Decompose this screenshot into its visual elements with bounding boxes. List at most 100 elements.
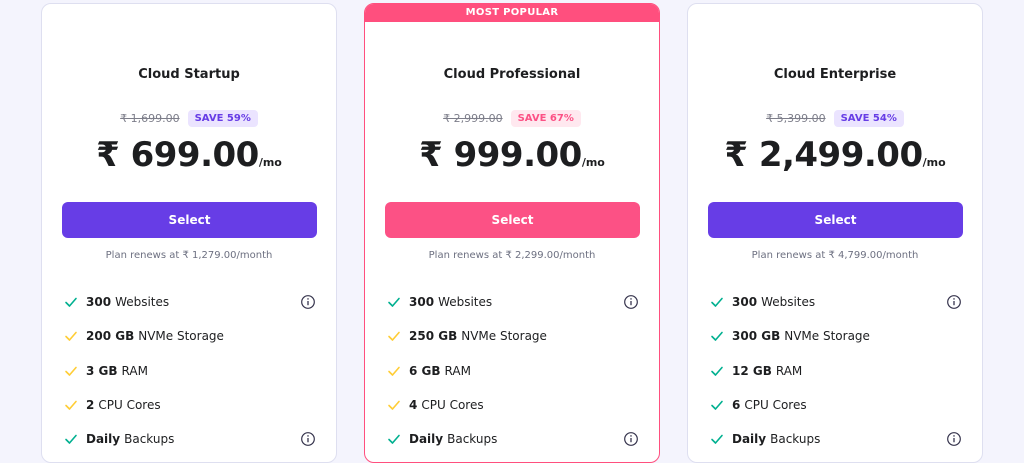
feature-websites: 300 Websites	[387, 285, 639, 319]
feature-label: Websites	[115, 295, 170, 310]
info-icon[interactable]	[946, 431, 962, 447]
select-button[interactable]: Select	[385, 202, 640, 238]
feature-label: NVMe Storage	[461, 329, 547, 344]
feature-label: Backups	[770, 432, 821, 447]
check-icon	[711, 400, 723, 410]
feature-cpu: 2 CPU Cores	[64, 388, 316, 422]
select-button[interactable]: Select	[708, 202, 963, 238]
feature-list: 300 Websites 250 GB NVMe Storage 6 GB RAM 4…	[387, 285, 639, 456]
feature-value: 3 GB	[86, 363, 118, 378]
feature-value: 6	[732, 398, 741, 413]
feature-label: CPU Cores	[421, 398, 484, 413]
feature-value: Daily	[409, 432, 444, 447]
check-icon	[65, 332, 77, 342]
feature-value: 2	[86, 398, 95, 413]
price-amount: ₹ 699.00	[96, 135, 259, 175]
price-amount: ₹ 999.00	[419, 135, 582, 175]
renewal-note: Plan renews at ₹ 4,799.00/month	[751, 250, 919, 261]
check-icon	[388, 297, 400, 307]
check-icon	[388, 435, 400, 445]
feature-ram: 6 GB RAM	[387, 354, 639, 388]
feature-list: 300 Websites 300 GB NVMe Storage 12 GB RAM …	[710, 285, 962, 456]
plan-card-cloud-startup: Cloud Startup ₹ 1,699.00 SAVE 59% ₹ 699.…	[41, 3, 337, 463]
plan-price: ₹ 999.00/mo	[365, 135, 659, 175]
renewal-note: Plan renews at ₹ 1,279.00/month	[105, 250, 273, 261]
save-badge: SAVE 67%	[510, 110, 581, 127]
feature-value: 200 GB	[86, 329, 135, 344]
feature-value: 4	[409, 398, 418, 413]
feature-backups: Daily Backups	[387, 422, 639, 456]
feature-label: RAM	[444, 363, 471, 378]
check-icon	[65, 297, 77, 307]
renewal-note: Plan renews at ₹ 2,299.00/month	[428, 250, 596, 261]
feature-websites: 300 Websites	[710, 285, 962, 319]
feature-label: Websites	[438, 295, 493, 310]
plan-title: Cloud Professional	[443, 67, 581, 82]
info-icon[interactable]	[946, 294, 962, 310]
price-period: /mo	[258, 156, 282, 169]
feature-value: Daily	[732, 432, 767, 447]
plan-title: Cloud Enterprise	[773, 67, 897, 82]
feature-label: NVMe Storage	[138, 329, 224, 344]
feature-value: 6 GB	[409, 363, 441, 378]
feature-value: 300	[86, 295, 112, 310]
feature-label: CPU Cores	[98, 398, 161, 413]
check-icon	[711, 332, 723, 342]
check-icon	[711, 366, 723, 376]
feature-label: Websites	[761, 295, 816, 310]
check-icon	[711, 297, 723, 307]
price-period: /mo	[581, 156, 605, 169]
plan-card-cloud-enterprise: Cloud Enterprise ₹ 5,399.00 SAVE 54% ₹ 2…	[687, 3, 983, 463]
feature-label: NVMe Storage	[784, 329, 870, 344]
feature-backups: Daily Backups	[710, 422, 962, 456]
feature-label: RAM	[775, 363, 803, 378]
feature-value: 250 GB	[409, 329, 458, 344]
plan-card-cloud-professional: MOST POPULAR Cloud Professional ₹ 2,999.…	[364, 3, 660, 463]
feature-label: RAM	[121, 363, 148, 378]
feature-storage: 300 GB NVMe Storage	[710, 319, 962, 353]
feature-label: Backups	[124, 432, 175, 447]
original-price: ₹ 2,999.00	[443, 112, 503, 125]
feature-cpu: 4 CPU Cores	[387, 388, 639, 422]
info-icon[interactable]	[623, 431, 639, 447]
check-icon	[388, 400, 400, 410]
check-icon	[65, 400, 77, 410]
original-price: ₹ 5,399.00	[766, 112, 826, 125]
info-icon[interactable]	[300, 294, 316, 310]
save-badge: SAVE 54%	[833, 110, 904, 127]
feature-websites: 300 Websites	[64, 285, 316, 319]
plan-price: ₹ 699.00/mo	[42, 135, 336, 175]
discount-row: ₹ 1,699.00 SAVE 59%	[42, 110, 336, 127]
discount-row: ₹ 2,999.00 SAVE 67%	[365, 110, 659, 127]
check-icon	[388, 366, 400, 376]
feature-value: 12 GB	[732, 363, 772, 378]
feature-storage: 250 GB NVMe Storage	[387, 319, 639, 353]
feature-label: CPU Cores	[744, 398, 807, 413]
feature-storage: 200 GB NVMe Storage	[64, 319, 316, 353]
feature-value: 300	[732, 295, 758, 310]
feature-value: 300	[409, 295, 435, 310]
check-icon	[388, 332, 400, 342]
plan-price: ₹ 2,499.00/mo	[688, 135, 982, 175]
feature-backups: Daily Backups	[64, 422, 316, 456]
check-icon	[65, 366, 77, 376]
feature-value: 300 GB	[732, 329, 781, 344]
feature-ram: 3 GB RAM	[64, 354, 316, 388]
check-icon	[65, 435, 77, 445]
select-button[interactable]: Select	[62, 202, 317, 238]
price-period: /mo	[922, 156, 946, 169]
price-amount: ₹ 2,499.00	[724, 135, 923, 175]
check-icon	[711, 435, 723, 445]
save-badge: SAVE 59%	[187, 110, 258, 127]
discount-row: ₹ 5,399.00 SAVE 54%	[688, 110, 982, 127]
most-popular-badge: MOST POPULAR	[365, 4, 659, 22]
plan-title: Cloud Startup	[138, 67, 240, 82]
feature-label: Backups	[447, 432, 498, 447]
original-price: ₹ 1,699.00	[120, 112, 180, 125]
info-icon[interactable]	[300, 431, 316, 447]
feature-cpu: 6 CPU Cores	[710, 388, 962, 422]
feature-value: Daily	[86, 432, 121, 447]
feature-ram: 12 GB RAM	[710, 354, 962, 388]
info-icon[interactable]	[623, 294, 639, 310]
feature-list: 300 Websites 200 GB NVMe Storage 3 GB RAM 2…	[64, 285, 316, 456]
